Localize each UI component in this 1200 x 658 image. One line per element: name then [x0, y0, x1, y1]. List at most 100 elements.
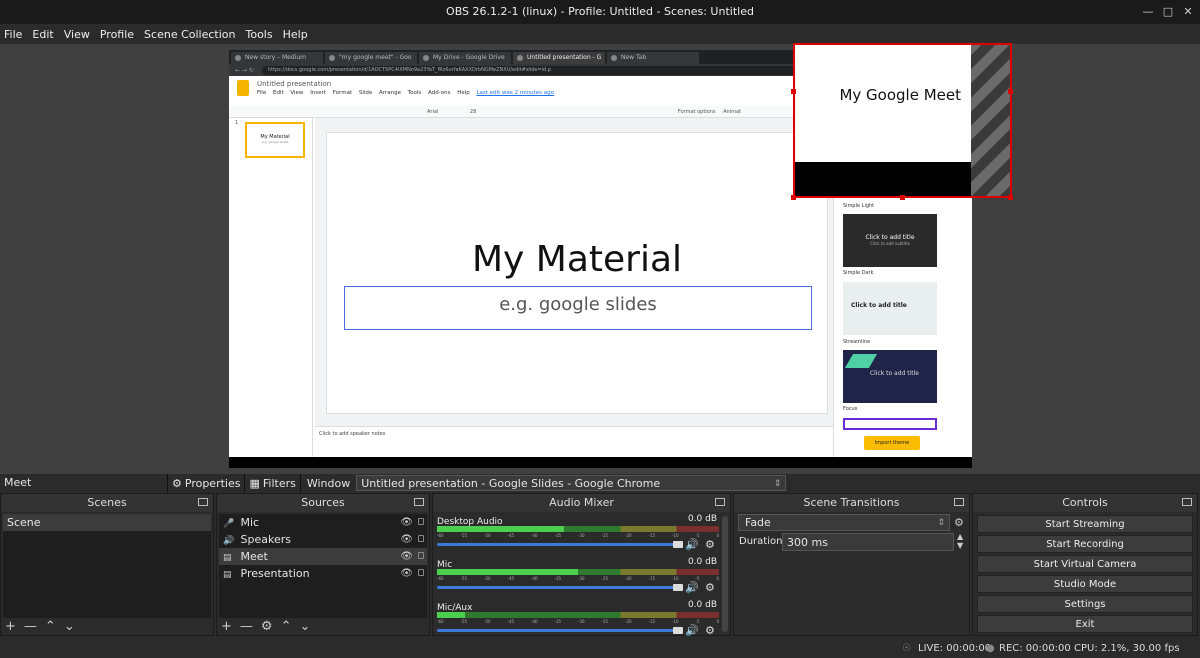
meet-source[interactable]: My Google Meet: [791, 43, 1013, 200]
remove-icon[interactable]: —: [24, 619, 37, 634]
menu-tools[interactable]: Tools: [246, 28, 273, 41]
start-virtual-camera-button[interactable]: Start Virtual Camera: [977, 555, 1193, 573]
sources-list: 🎤 Mic 👁 🔊 Speakers 👁 ▤ Meet 👁 ▤ Presenta…: [219, 514, 427, 618]
doc-menu-item: View: [290, 90, 304, 96]
source-label: Mic: [240, 516, 260, 529]
resize-handle[interactable]: [900, 195, 905, 200]
settings-button[interactable]: Settings: [977, 595, 1193, 613]
source-toolbar: Meet ⚙ Properties ▦ Filters Window Untit…: [0, 474, 1200, 492]
scene-item[interactable]: Scene: [3, 514, 211, 531]
controls-dock: Controls Start Streaming Start Recording…: [972, 493, 1198, 636]
source-item-speakers[interactable]: 🔊 Speakers 👁: [219, 531, 427, 548]
meter-tick-label: -45: [507, 619, 515, 624]
meter-tick-label: -30: [578, 576, 585, 581]
resize-handle[interactable]: [791, 89, 796, 94]
window-select[interactable]: Untitled presentation - Google Slides - …: [356, 475, 787, 491]
volume-slider[interactable]: [437, 586, 683, 589]
duration-value: 300 ms: [787, 536, 828, 549]
meter-tick-label: -50: [484, 576, 491, 581]
undock-icon[interactable]: [414, 498, 424, 506]
visibility-eye-icon[interactable]: 👁: [400, 548, 413, 565]
move-down-icon[interactable]: ⌄: [299, 619, 310, 634]
move-down-icon[interactable]: ⌄: [64, 619, 75, 634]
visibility-eye-icon[interactable]: 👁: [400, 514, 413, 531]
animate-button: Animat: [723, 109, 741, 115]
menu-profile[interactable]: Profile: [100, 28, 134, 41]
visibility-eye-icon[interactable]: 👁: [400, 565, 413, 582]
lock-icon[interactable]: [418, 535, 424, 542]
lock-icon[interactable]: [418, 569, 424, 576]
menu-scene-collection[interactable]: Scene Collection: [144, 28, 235, 41]
meter-tick-label: -45: [507, 576, 515, 581]
window-title: OBS 26.1.2-1 (linux) - Profile: Untitled…: [446, 5, 754, 18]
add-icon[interactable]: +: [5, 619, 16, 634]
scenes-list: Scene: [3, 514, 211, 618]
menu-view[interactable]: View: [64, 28, 90, 41]
browser-tab: New Tab: [607, 52, 699, 64]
updown-arrow-icon: ⇕: [773, 479, 782, 489]
volume-meter-level: [437, 526, 564, 532]
lock-icon[interactable]: [418, 518, 424, 525]
volume-slider-handle[interactable]: [673, 541, 683, 548]
start-streaming-button[interactable]: Start Streaming: [977, 515, 1193, 533]
undock-icon[interactable]: [715, 498, 725, 506]
slide-thumbnail: My Material e.g. google slides: [245, 122, 305, 158]
resize-handle[interactable]: [1008, 89, 1013, 94]
undock-icon[interactable]: [954, 498, 964, 506]
properties-button[interactable]: ⚙ Properties: [168, 474, 246, 492]
remove-icon[interactable]: —: [240, 619, 253, 634]
undock-icon[interactable]: [198, 498, 208, 506]
speaker-icon[interactable]: 🔊: [685, 538, 699, 551]
close-button[interactable]: ✕: [1180, 4, 1196, 20]
scenes-title: Scenes: [87, 496, 127, 509]
slides-logo-icon: [237, 80, 249, 96]
source-label: Speakers: [240, 533, 291, 546]
gear-icon[interactable]: ⚙: [705, 581, 715, 594]
minimize-button[interactable]: —: [1140, 4, 1156, 20]
spin-arrows-icon[interactable]: ▲ ▼: [957, 532, 963, 550]
resize-handle[interactable]: [791, 195, 796, 200]
source-item-mic[interactable]: 🎤 Mic 👁: [219, 514, 427, 531]
duration-spinbox[interactable]: 300 ms: [782, 533, 954, 551]
filters-button[interactable]: ▦ Filters: [245, 474, 301, 492]
browser-tab: My Drive - Google Drive: [419, 52, 511, 64]
volume-slider-handle[interactable]: [673, 627, 683, 634]
meter-tick-label: -10: [672, 619, 679, 624]
sources-footer: + — ⚙ ⌃ ⌄: [221, 617, 318, 635]
menu-help[interactable]: Help: [283, 28, 308, 41]
gear-icon[interactable]: ⚙: [261, 619, 273, 634]
resize-handle[interactable]: [1008, 195, 1013, 200]
meter-tick-label: -60: [437, 576, 444, 581]
transition-select[interactable]: Fade ⇕: [738, 514, 950, 531]
mixer-channel: Mic 0.0 dB -60 -55 -50 -45 -40 -35 -30 -25 -20 -15-…: [437, 557, 727, 601]
source-item-presentation[interactable]: ▤ Presentation 👁: [219, 565, 427, 582]
capture-bottom-bar: [229, 457, 972, 468]
exit-button[interactable]: Exit: [977, 615, 1193, 633]
gear-icon[interactable]: ⚙: [705, 624, 715, 636]
source-item-meet[interactable]: ▤ Meet 👁: [219, 548, 427, 565]
volume-slider[interactable]: [437, 629, 683, 632]
add-icon[interactable]: +: [221, 619, 232, 634]
move-up-icon[interactable]: ⌃: [281, 619, 292, 634]
lock-icon[interactable]: [418, 552, 424, 559]
volume-slider[interactable]: [437, 543, 683, 546]
move-up-icon[interactable]: ⌃: [45, 619, 56, 634]
undock-icon[interactable]: [1182, 498, 1192, 506]
doc-menu-item: Add-ons: [428, 90, 451, 96]
visibility-eye-icon[interactable]: 👁: [400, 531, 413, 548]
speaker-icon[interactable]: 🔊: [685, 581, 699, 594]
selected-source-name: Meet: [0, 474, 168, 492]
doc-menu-item: Insert: [310, 90, 326, 96]
speaker-icon[interactable]: 🔊: [685, 624, 699, 636]
menu-edit[interactable]: Edit: [32, 28, 53, 41]
start-recording-button[interactable]: Start Recording: [977, 535, 1193, 553]
gear-icon[interactable]: ⚙: [705, 538, 715, 551]
mixer-scrollbar[interactable]: [722, 516, 728, 632]
maximize-button[interactable]: □: [1160, 4, 1176, 20]
theme-label: Simple Light: [843, 203, 875, 209]
gear-icon[interactable]: ⚙: [954, 516, 964, 529]
slide-canvas-area: My Material e.g. google slides: [315, 118, 833, 426]
volume-slider-handle[interactable]: [673, 584, 683, 591]
menu-file[interactable]: File: [4, 28, 22, 41]
studio-mode-button[interactable]: Studio Mode: [977, 575, 1193, 593]
